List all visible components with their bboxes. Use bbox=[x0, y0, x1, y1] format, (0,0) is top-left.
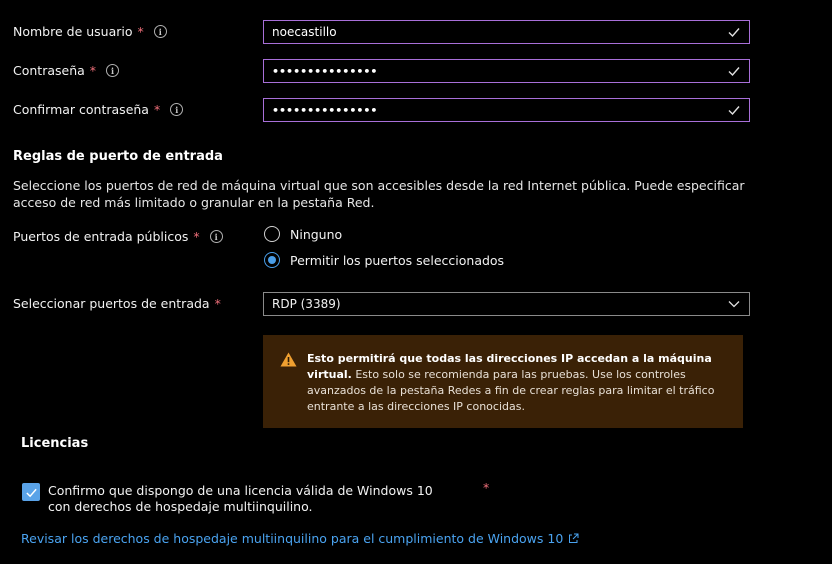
inbound-rules-title: Reglas de puerto de entrada bbox=[13, 149, 223, 164]
username-input[interactable]: noecastillo bbox=[263, 20, 750, 44]
warning-triangle-icon bbox=[280, 352, 297, 367]
warning-message: Esto permitirá que todas las direcciones… bbox=[263, 335, 743, 428]
info-icon[interactable]: i bbox=[153, 25, 167, 38]
radio-button[interactable] bbox=[264, 226, 280, 242]
required-asterisk: * bbox=[89, 63, 97, 78]
multitenant-rights-link-text[interactable]: Revisar los derechos de hospedaje multii… bbox=[21, 531, 563, 546]
warning-text: Esto solo se recomienda para las pruebas… bbox=[307, 368, 715, 413]
select-ports-value: RDP (3389) bbox=[272, 297, 341, 311]
inbound-rules-description: Seleccione los puertos de red de máquina… bbox=[13, 178, 745, 210]
check-icon bbox=[728, 67, 740, 77]
required-asterisk: * bbox=[137, 24, 144, 39]
select-ports-dropdown[interactable]: RDP (3389) bbox=[263, 292, 750, 316]
confirm-password-label-text: Confirmar contraseña bbox=[13, 102, 149, 117]
radio-allow-selected[interactable]: Permitir los puertos seleccionados bbox=[264, 252, 504, 268]
username-value: noecastillo bbox=[272, 25, 337, 39]
check-icon bbox=[25, 488, 37, 497]
confirm-password-value: ••••••••••••••• bbox=[272, 103, 378, 117]
license-checkbox[interactable] bbox=[22, 483, 40, 501]
required-asterisk: * bbox=[483, 480, 490, 495]
radio-none-label: Ninguno bbox=[290, 226, 343, 242]
public-ports-label: Puertos de entrada públicos * i bbox=[13, 229, 223, 244]
required-asterisk: * bbox=[193, 229, 200, 244]
info-icon[interactable]: i bbox=[106, 64, 120, 77]
radio-allow-label: Permitir los puertos seleccionados bbox=[290, 252, 505, 268]
info-icon[interactable]: i bbox=[209, 230, 223, 243]
radio-button-selected[interactable] bbox=[264, 252, 280, 268]
check-icon bbox=[728, 106, 740, 116]
confirm-password-label: Confirmar contraseña * i bbox=[13, 102, 184, 117]
licenses-title: Licencias bbox=[21, 436, 89, 451]
password-value: ••••••••••••••• bbox=[272, 64, 378, 78]
license-checkbox-label: Confirmo que dispongo de una licencia vá… bbox=[48, 483, 433, 514]
password-label: Contraseña * i bbox=[13, 63, 120, 78]
chevron-down-icon bbox=[728, 301, 740, 308]
radio-none[interactable]: Ninguno bbox=[264, 226, 342, 242]
public-ports-label-text: Puertos de entrada públicos bbox=[13, 229, 189, 244]
select-ports-label-text: Seleccionar puertos de entrada bbox=[13, 296, 210, 311]
multitenant-rights-link[interactable]: Revisar los derechos de hospedaje multii… bbox=[21, 531, 579, 546]
info-icon[interactable]: i bbox=[170, 103, 184, 116]
password-input[interactable]: ••••••••••••••• bbox=[263, 59, 750, 83]
select-ports-label: Seleccionar puertos de entrada * bbox=[13, 296, 221, 311]
required-asterisk: * bbox=[153, 102, 161, 117]
username-label: Nombre de usuario * i bbox=[13, 24, 167, 39]
password-label-text: Contraseña bbox=[13, 63, 85, 78]
external-link-icon bbox=[569, 533, 579, 543]
check-icon bbox=[728, 28, 740, 38]
required-asterisk: * bbox=[214, 296, 221, 311]
username-label-text: Nombre de usuario bbox=[13, 24, 133, 39]
confirm-password-input[interactable]: ••••••••••••••• bbox=[263, 98, 750, 122]
